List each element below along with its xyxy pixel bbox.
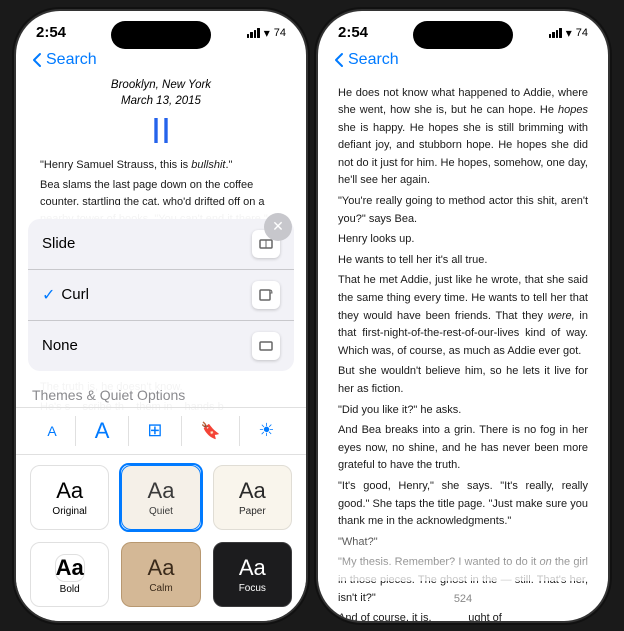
theme-paper[interactable]: Aa Paper	[211, 463, 294, 532]
themes-header: Themes & Quiet Options	[16, 379, 306, 407]
page-number: 524	[318, 589, 608, 609]
nav-bar-right: Search	[318, 47, 608, 77]
right-para-4: He wants to tell her it's all true.	[338, 252, 588, 270]
back-button-left[interactable]: Search	[32, 51, 97, 69]
theme-bold[interactable]: Aa Bold	[28, 540, 111, 609]
battery-level-right: 74	[576, 27, 588, 39]
time-right: 2:54	[338, 24, 368, 41]
transition-options: Slide ✓ Curl	[28, 219, 294, 371]
right-para-1: He does not know what happened to Addie,…	[338, 85, 588, 191]
status-icons-right: ▾ 74	[549, 26, 588, 40]
curl-label: Curl	[61, 286, 89, 303]
right-para-9: "It's good, Henry," she says. "It's real…	[338, 478, 588, 531]
right-para-10: "What?"	[338, 534, 588, 552]
theme-calm-label: Calm	[149, 583, 172, 594]
themes-header-text: Themes &	[32, 387, 100, 403]
divider-3	[181, 416, 182, 446]
bookmark-button[interactable]: 🔖	[189, 417, 233, 445]
theme-quiet-aa: Aa	[148, 478, 175, 504]
signal-icon	[247, 27, 260, 38]
book-view-button[interactable]: ⊞	[135, 416, 174, 445]
battery-level: 74	[274, 27, 286, 39]
theme-focus-label: Focus	[239, 583, 266, 594]
book-header: Brooklyn, New YorkMarch 13, 2015 II	[40, 77, 282, 149]
font-decrease-button[interactable]: A	[35, 419, 68, 443]
transition-curl[interactable]: ✓ Curl	[28, 270, 294, 321]
none-icon	[252, 332, 280, 360]
back-button-right[interactable]: Search	[334, 51, 399, 69]
time-left: 2:54	[36, 24, 66, 41]
none-label: None	[42, 337, 78, 354]
theme-bold-label: Bold	[60, 584, 80, 595]
font-increase-button[interactable]: A	[83, 414, 122, 448]
dynamic-island	[111, 21, 211, 49]
right-para-3: Henry looks up.	[338, 231, 588, 249]
brightness-button[interactable]: ☀	[246, 416, 286, 445]
slide-label: Slide	[42, 235, 75, 252]
left-phone: 2:54 ▾ 74 Search	[16, 11, 306, 621]
right-phone: 2:54 ▾ 74 Search He	[318, 11, 608, 621]
theme-bold-aa: Aa	[55, 554, 85, 582]
theme-original-aa: Aa	[56, 478, 83, 504]
chapter-number: II	[40, 113, 282, 149]
transition-none[interactable]: None	[28, 321, 294, 371]
phones-container: 2:54 ▾ 74 Search	[6, 1, 618, 631]
right-para-12: And of course, it is. ught of	[338, 610, 588, 620]
quiet-options-text: Quiet Options	[100, 387, 186, 403]
theme-paper-label: Paper	[239, 506, 266, 517]
close-button[interactable]: ✕	[264, 213, 292, 241]
divider-1	[75, 416, 76, 446]
para-1: "Henry Samuel Strauss, this is bullshit.…	[40, 157, 282, 174]
theme-original-label: Original	[52, 506, 86, 517]
theme-calm[interactable]: Aa Calm	[119, 540, 202, 609]
check-icon: ✓	[42, 285, 55, 305]
curl-icon	[252, 281, 280, 309]
theme-original[interactable]: Aa Original	[28, 463, 111, 532]
theme-grid: Aa Original Aa Quiet Aa Paper	[16, 455, 306, 621]
overlay-panel: ✕ Slide ✓ Curl	[16, 205, 306, 621]
theme-focus[interactable]: Aa Focus	[211, 540, 294, 609]
back-label-right: Search	[348, 51, 399, 69]
wifi-icon-right: ▾	[566, 26, 572, 40]
theme-calm-aa: Aa	[148, 555, 175, 581]
divider-2	[128, 416, 129, 446]
theme-focus-aa: Aa	[239, 555, 266, 581]
theme-quiet-label: Quiet	[149, 506, 173, 517]
dynamic-island-right	[413, 21, 513, 49]
right-para-7: "Did you like it?" he asks.	[338, 402, 588, 420]
right-para-2: "You're really going to method actor thi…	[338, 193, 588, 228]
signal-icon-right	[549, 27, 562, 38]
status-icons-left: ▾ 74	[247, 26, 286, 40]
right-para-5: That he met Addie, just like he wrote, t…	[338, 272, 588, 360]
nav-bar-left: Search	[16, 47, 306, 77]
right-para-8: And Bea breaks into a grin. There is no …	[338, 422, 588, 475]
wifi-icon: ▾	[264, 26, 270, 40]
book-content-right: He does not know what happened to Addie,…	[318, 77, 608, 621]
divider-4	[239, 416, 240, 446]
theme-quiet[interactable]: Aa Quiet	[119, 463, 202, 532]
book-location: Brooklyn, New YorkMarch 13, 2015	[40, 77, 282, 109]
transition-slide[interactable]: Slide	[28, 219, 294, 270]
back-label-left: Search	[46, 51, 97, 69]
font-controls: A A ⊞ 🔖 ☀	[16, 407, 306, 455]
theme-paper-aa: Aa	[239, 478, 266, 504]
right-para-6: But she wouldn't believe him, so he lets…	[338, 363, 588, 398]
